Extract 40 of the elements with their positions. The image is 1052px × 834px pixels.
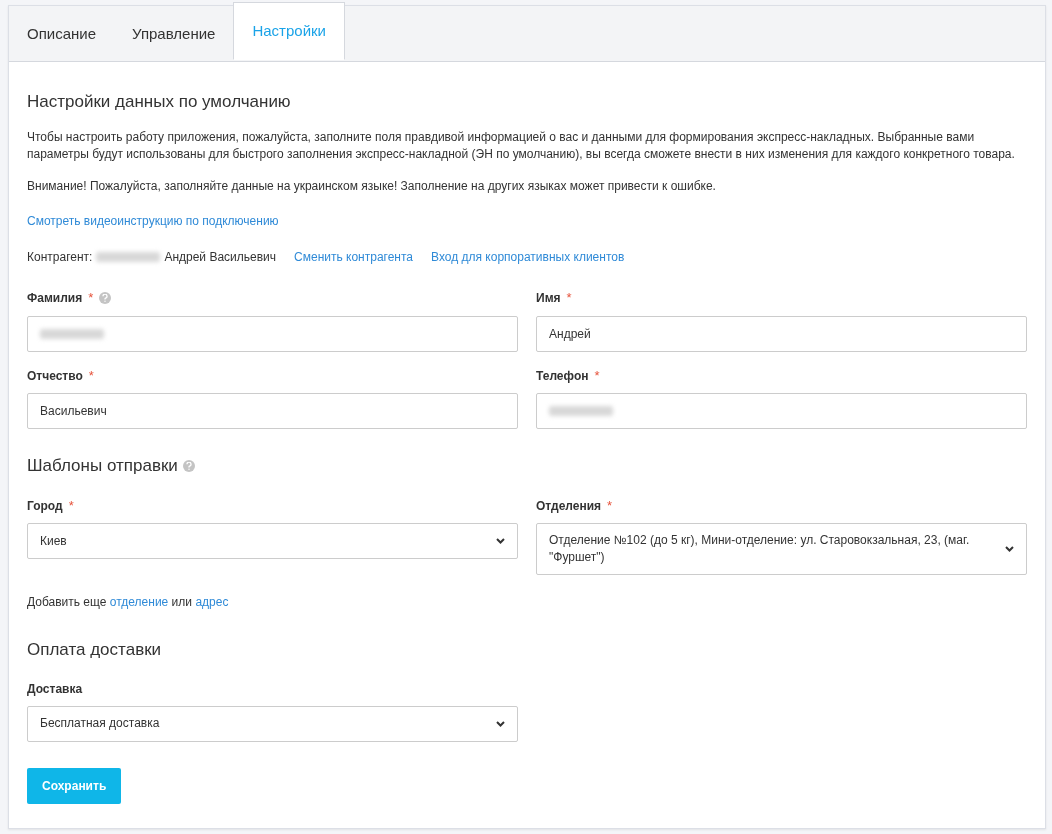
required-mark: * [607,496,613,515]
required-mark: * [88,289,94,308]
required-mark: * [88,366,94,385]
contractor-name: Андрей Васильевич [164,249,277,267]
required-mark: * [594,366,600,385]
link[interactable]: Сменить контрагента [294,248,414,267]
help-icon[interactable] [99,292,112,305]
link[interactable]: отделение [109,595,169,610]
field-label: Отчество [27,367,83,385]
warning-text: Внимание! Пожалуйста, заполняйте данные на украинском языке! Заполнение на других языках может привести к ошибке. [27,178,717,196]
section-title: Оплата доставки [27,639,162,662]
field-label: Отделения [536,497,602,515]
link[interactable]: Вход для корпоративных клиентов [431,248,625,267]
tab[interactable]: Управление [114,6,234,62]
chevron-down-icon [1005,546,1014,553]
field-label: Фамилия [27,290,83,308]
section-title: Настройки данных по умолчанию [27,92,292,113]
select-field[interactable]: Отделение №102 (до 5 кг), Мини-отделение: ул. Старовокзальная, 23, (маг. "Фуршет") [536,523,1027,576]
video-link[interactable]: Смотреть видеоинструкцию по подключению [27,214,279,229]
input-field[interactable] [536,393,1027,430]
link[interactable]: адрес [195,595,229,610]
contractor-label: Контрагент: [27,249,93,267]
chevron-down-icon [496,538,505,545]
input-field[interactable] [27,315,518,352]
help-icon[interactable] [182,460,195,473]
add-more-text: Добавить еще отделение или адрес [27,594,230,612]
field-label: Доставка [27,680,83,698]
select-field[interactable]: Бесплатная доставка [27,705,518,742]
field-label: Имя [536,290,561,308]
required-mark: * [566,289,572,308]
tab[interactable]: Описание [9,6,115,62]
field-label: Телефон [536,367,589,385]
intro-text: Чтобы настроить работу приложения, пожалуйста, заполните поля правдивой информацией о вас и данными для формирования экспресс-накладных. Выбранные вами параметры будут использованы для быстрого заполнения экспресс-накладной (ЭН по умолчанию), вы всегда сможете внести в них изменения для каждого конкретного товара. [27,129,1016,164]
select-field[interactable]: Киев [27,523,518,560]
input-field[interactable]: Васильевич [27,393,518,430]
required-mark: * [68,496,74,515]
field-label: Город [27,497,63,515]
input-field[interactable]: Андрей [536,315,1027,352]
chevron-down-icon [496,720,505,727]
section-title: Шаблоны отправки [27,455,178,478]
